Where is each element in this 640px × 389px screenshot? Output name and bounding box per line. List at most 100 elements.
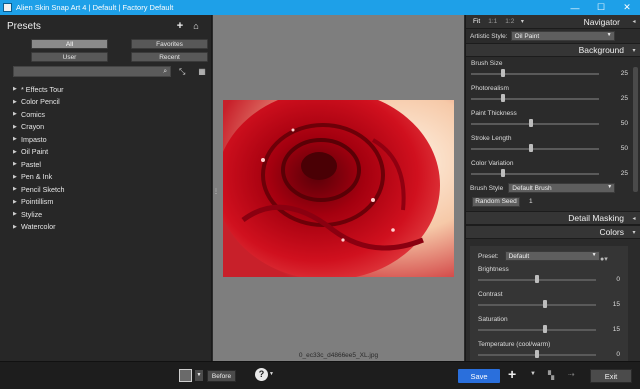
chevron-right-icon: ▶ <box>13 123 17 130</box>
image-filename: 0_ec33c_d4866ee5_XL.jpg <box>298 352 379 359</box>
exit-button[interactable]: Exit <box>590 369 632 383</box>
zoom-1-1[interactable]: 1:1 <box>488 18 497 25</box>
slider-knob[interactable] <box>529 144 533 152</box>
chevron-down-icon: ▾ <box>520 19 524 25</box>
settings-panel: Fit 1:1 1:2 ▾ Navigator ◂ Artistic Style… <box>465 15 640 361</box>
slider-photorealism[interactable]: Photorealism 25 <box>466 82 640 107</box>
add-preset-icon[interactable]: + <box>172 20 188 32</box>
zoom-1-2[interactable]: 1:2 <box>505 18 514 25</box>
slider-knob[interactable] <box>501 94 505 102</box>
add-layer-icon[interactable]: + <box>508 366 516 382</box>
help-icon[interactable]: ? <box>255 368 268 381</box>
slider-brightness[interactable]: Brightness 0 <box>470 263 628 288</box>
tab-recent[interactable]: Recent <box>131 52 208 62</box>
preset-item[interactable]: ▶ Watercolor <box>0 221 211 234</box>
colors-section: Preset: Default ▼ Brightness 0 Contrast … <box>470 246 628 361</box>
slider-knob[interactable] <box>535 350 539 358</box>
zoom-fit[interactable]: Fit <box>473 18 480 25</box>
collapse-icon[interactable]: ⤡ <box>173 67 191 77</box>
preset-item[interactable]: ▶ Oil Paint <box>0 146 211 159</box>
search-icon: ⌕ <box>163 68 168 75</box>
colors-header[interactable]: Colors ▾ <box>466 225 640 239</box>
preview-mode-icon[interactable] <box>179 369 192 382</box>
preset-item[interactable]: ▶ Pencil Sketch <box>0 183 211 196</box>
chevron-left-icon: ◂ <box>632 19 636 25</box>
navigator-header[interactable]: Fit 1:1 1:2 ▾ Navigator ◂ <box>466 15 640 29</box>
tab-all[interactable]: All <box>31 39 108 49</box>
settings-scrollbar[interactable] <box>633 67 638 192</box>
slider-paint-thickness[interactable]: Paint Thickness 50 <box>466 107 640 132</box>
image-canvas[interactable]: ⋮ 0_ec33c_d4866ee5_XL.jpg <box>213 15 464 361</box>
slider-color-variation[interactable]: Color Variation 25 <box>466 157 640 182</box>
random-seed-button[interactable]: Random Seed <box>472 196 520 207</box>
before-button[interactable]: Before <box>207 370 236 382</box>
maximize-button[interactable]: ☐ <box>588 0 614 15</box>
preset-item[interactable]: ▶ Color Pencil <box>0 96 211 109</box>
presets-panel: Presets + ⌂ All Favorites User Recent ⌕ … <box>0 15 212 361</box>
home-icon[interactable]: ⌂ <box>188 21 204 31</box>
brush-style-select[interactable]: Default Brush ▼ <box>508 183 616 193</box>
slider-saturation[interactable]: Saturation 15 <box>470 313 628 338</box>
background-header[interactable]: Background ▾ <box>466 43 640 57</box>
app-icon <box>3 3 12 12</box>
rose-photo <box>223 100 454 277</box>
chevron-down-icon[interactable]: ▼ <box>530 371 536 377</box>
chevron-down-icon: ▾ <box>632 47 636 54</box>
slider-stroke-length[interactable]: Stroke Length 50 <box>466 132 640 157</box>
slider-contrast[interactable]: Contrast 15 <box>470 288 628 313</box>
chevron-down-icon: ▾ <box>632 229 636 236</box>
tab-user[interactable]: User <box>31 52 108 62</box>
detail-masking-header[interactable]: Detail Masking ◂ <box>466 211 640 225</box>
artistic-style-label: Artistic Style: <box>470 32 508 40</box>
chevron-right-icon: ▶ <box>13 173 17 180</box>
slider-knob[interactable] <box>501 69 505 77</box>
chevron-right-icon: ▶ <box>13 148 17 155</box>
chevron-right-icon: ▶ <box>13 186 17 193</box>
slider-brush-size[interactable]: Brush Size 25 <box>466 57 640 82</box>
slider-temperature[interactable]: Temperature (cool/warm) 0 <box>470 338 628 363</box>
grid-view-icon[interactable]: ▦ <box>193 67 211 76</box>
chevron-right-icon: ▶ <box>13 211 17 218</box>
preset-item[interactable]: ▶ Pen & Ink <box>0 171 211 184</box>
preset-item[interactable]: ▶ Pastel <box>0 158 211 171</box>
layers-icon[interactable]: ▚ <box>548 371 554 380</box>
preset-item[interactable]: ▶ Comics <box>0 108 211 121</box>
colors-preset-select[interactable]: Default ▼ <box>504 251 600 261</box>
window-title: Alien Skin Snap Art 4 | Default | Factor… <box>16 3 174 12</box>
chevron-down-icon: ▼ <box>606 32 612 38</box>
preset-item[interactable]: ▶ * Effects Tour <box>0 83 211 96</box>
slider-knob[interactable] <box>535 275 539 283</box>
preset-search-input[interactable]: ⌕ <box>13 66 172 77</box>
preset-item[interactable]: ▶ Crayon <box>0 121 211 134</box>
panel-splitter-handle[interactable]: ⋮ <box>213 189 219 202</box>
chevron-right-icon: ▶ <box>13 98 17 105</box>
preset-item[interactable]: ▶ Stylize <box>0 208 211 221</box>
slider-knob[interactable] <box>529 119 533 127</box>
preset-item[interactable]: ▶ Impasto <box>0 133 211 146</box>
preset-item[interactable]: ▶ Pointillism <box>0 196 211 209</box>
save-button[interactable]: Save <box>458 369 500 383</box>
artistic-style-select[interactable]: Oil Paint ▼ <box>510 31 615 41</box>
presets-title: Presets <box>7 20 41 32</box>
brush-style-label: Brush Style <box>470 184 504 192</box>
navigator-title: Navigator <box>583 16 620 27</box>
chevron-right-icon: ▶ <box>13 198 17 205</box>
background-title: Background <box>578 45 624 55</box>
slider-knob[interactable] <box>543 325 547 333</box>
chevron-down-icon[interactable]: ▼ <box>195 370 203 381</box>
arrows-icon[interactable]: ⇢ <box>568 370 575 379</box>
preset-list: ▶ * Effects Tour ▶ Color Pencil ▶ Comics ▶ C… <box>0 83 211 233</box>
chevron-right-icon: ▶ <box>13 136 17 143</box>
minimize-button[interactable]: — <box>562 0 588 15</box>
chevron-down-icon[interactable]: ▼ <box>269 371 274 377</box>
chevron-right-icon: ▶ <box>13 111 17 118</box>
chevron-right-icon: ▶ <box>13 86 17 93</box>
colors-title: Colors <box>599 227 624 237</box>
tab-favorites[interactable]: Favorites <box>131 39 208 49</box>
color-options-icon[interactable]: ●▾ <box>600 255 608 263</box>
chevron-right-icon: ▶ <box>13 223 17 230</box>
slider-knob[interactable] <box>501 169 505 177</box>
slider-knob[interactable] <box>543 300 547 308</box>
close-button[interactable]: ✕ <box>614 0 640 15</box>
chevron-right-icon: ▶ <box>13 161 17 168</box>
